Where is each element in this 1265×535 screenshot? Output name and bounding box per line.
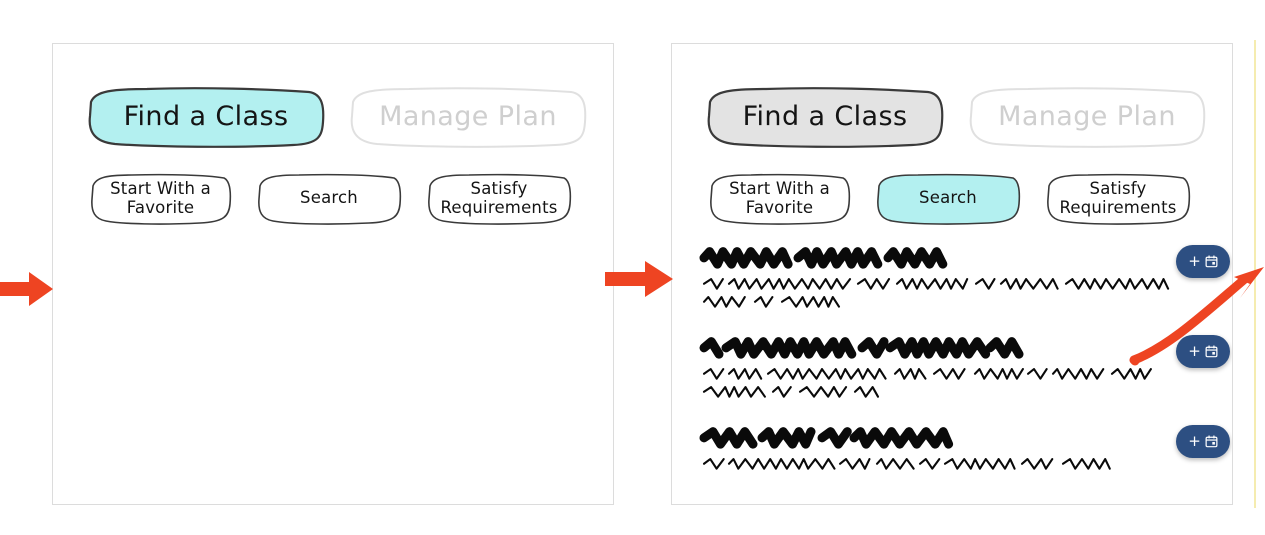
search-result-row: + bbox=[699, 335, 1230, 403]
plus-icon: + bbox=[1188, 432, 1201, 450]
search-result-row: + bbox=[699, 425, 1230, 475]
tab-find-a-class-label: Find a Class bbox=[123, 100, 289, 132]
result-body-line-redacted bbox=[702, 368, 1152, 380]
tab-manage-plan[interactable]: Manage Plan bbox=[347, 86, 589, 148]
flow-arrow-into-panel-1 bbox=[0, 272, 53, 306]
subtab-start-with-a-favorite-2-label: Start With a Favorite bbox=[729, 179, 830, 217]
result-body-line-redacted bbox=[702, 386, 880, 398]
subtab-satisfy-requirements-label: Satisfy Requirements bbox=[440, 179, 558, 217]
flow-arrow-panel-1-to-panel-2 bbox=[605, 261, 673, 297]
search-results-list: + + + bbox=[699, 245, 1230, 501]
result-title-redacted bbox=[699, 247, 948, 269]
result-body-line-redacted bbox=[702, 278, 1170, 290]
result-title-redacted bbox=[699, 337, 1024, 359]
panel-next-screen-partial bbox=[1254, 40, 1265, 508]
panel-find-a-class-empty: Find a Class Manage Plan Start With a Fa… bbox=[52, 43, 614, 505]
tab-manage-plan-label: Manage Plan bbox=[379, 100, 557, 132]
sub-tab-row: Start With a Favorite Search Satisfy Req… bbox=[88, 172, 573, 225]
tab-find-a-class-2[interactable]: Find a Class bbox=[704, 86, 946, 148]
plus-icon: + bbox=[1188, 252, 1201, 270]
tab-manage-plan-2[interactable]: Manage Plan bbox=[966, 86, 1208, 148]
calendar-icon bbox=[1205, 435, 1218, 448]
search-result-item[interactable]: + bbox=[699, 245, 1230, 313]
calendar-icon bbox=[1205, 345, 1218, 358]
main-tab-row-2: Find a Class Manage Plan bbox=[704, 86, 1208, 148]
subtab-search-2-label: Search bbox=[919, 188, 977, 208]
sub-tab-row-2: Start With a Favorite Search Satisfy Req… bbox=[707, 172, 1192, 225]
subtab-search-2[interactable]: Search bbox=[874, 172, 1022, 225]
search-result-text bbox=[699, 337, 1152, 403]
search-result-row: + bbox=[699, 245, 1230, 313]
search-result-text bbox=[699, 247, 1170, 313]
subtab-search[interactable]: Search bbox=[255, 172, 403, 225]
subtab-satisfy-requirements[interactable]: Satisfy Requirements bbox=[425, 172, 573, 225]
search-result-item[interactable]: + bbox=[699, 335, 1230, 403]
add-to-calendar-button[interactable]: + bbox=[1176, 335, 1230, 368]
search-result-item[interactable]: + bbox=[699, 425, 1230, 475]
add-to-calendar-button[interactable]: + bbox=[1176, 425, 1230, 458]
tab-find-a-class-2-label: Find a Class bbox=[742, 100, 908, 132]
result-title-redacted bbox=[699, 427, 954, 449]
subtab-satisfy-requirements-2[interactable]: Satisfy Requirements bbox=[1044, 172, 1192, 225]
storyboard-canvas: Find a Class Manage Plan Start With a Fa… bbox=[0, 0, 1265, 535]
subtab-start-with-a-favorite-label: Start With a Favorite bbox=[110, 179, 211, 217]
subtab-search-label: Search bbox=[300, 188, 358, 208]
subtab-satisfy-requirements-2-label: Satisfy Requirements bbox=[1059, 179, 1177, 217]
panel-search-results: Find a Class Manage Plan Start With a Fa… bbox=[671, 43, 1233, 505]
tab-manage-plan-2-label: Manage Plan bbox=[998, 100, 1176, 132]
add-to-calendar-button[interactable]: + bbox=[1176, 245, 1230, 278]
plus-icon: + bbox=[1188, 342, 1201, 360]
tab-find-a-class[interactable]: Find a Class bbox=[85, 86, 327, 148]
main-tab-row: Find a Class Manage Plan bbox=[85, 86, 589, 148]
subtab-start-with-a-favorite-2[interactable]: Start With a Favorite bbox=[707, 172, 852, 225]
result-body-line-redacted bbox=[702, 458, 1111, 470]
search-result-text bbox=[699, 427, 1111, 475]
calendar-icon bbox=[1205, 255, 1218, 268]
result-body-line-redacted bbox=[702, 296, 841, 308]
subtab-start-with-a-favorite[interactable]: Start With a Favorite bbox=[88, 172, 233, 225]
